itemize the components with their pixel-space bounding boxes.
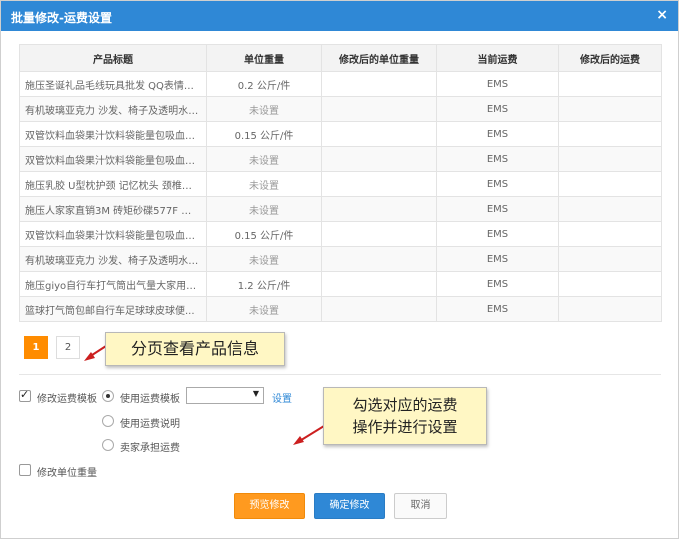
freight-callout-arrowhead [293, 436, 304, 445]
settings-link[interactable]: 设置 [272, 390, 292, 405]
table-row: 双管饮料血袋果汁饮料袋能量包吸血鬼... 0.15 公斤/件 EMS [19, 221, 662, 247]
new-freight-cell [558, 121, 662, 147]
radio-use-template-label: 使用运费模板 [120, 394, 180, 405]
current-freight-cell: EMS [436, 121, 559, 147]
dialog-title: 批量修改-运费设置 [11, 11, 112, 25]
current-freight-cell: EMS [436, 196, 559, 222]
modify-template-checkbox[interactable] [19, 388, 31, 402]
section-divider [19, 374, 661, 375]
radio-seller-pays-label: 卖家承担运费 [120, 443, 180, 454]
new-weight-cell [321, 221, 437, 247]
dropdown-arrow-icon: ▼ [252, 389, 259, 398]
table-row: 有机玻璃亚克力 沙发、椅子及透明水晶... 未设置 EMS [19, 246, 662, 272]
new-weight-cell [321, 271, 437, 297]
freight-callout-line2: 操作并进行设置 [352, 418, 458, 436]
close-icon[interactable]: × [656, 7, 668, 23]
radio-use-description[interactable] [102, 415, 114, 427]
column-header-title: 产品标题 [19, 44, 207, 72]
table-row: 施压人家家直销3M 砖矩砂碟577F 铯刚... 未设置 EMS [19, 196, 662, 222]
new-freight-cell [558, 271, 662, 297]
page-button-1[interactable]: 1 [24, 336, 48, 359]
freight-template-select[interactable]: ▼ [186, 387, 264, 404]
current-freight-cell: EMS [436, 296, 559, 322]
current-freight-cell: EMS [436, 146, 559, 172]
new-freight-cell [558, 246, 662, 272]
product-title-cell: 施压圣诞礼品毛线玩具批发 QQ表情抱... [19, 71, 207, 97]
dialog-title-bar: 批量修改-运费设置 × [1, 1, 678, 31]
new-weight-cell [321, 246, 437, 272]
unit-weight-cell: 0.15 公斤/件 [206, 121, 322, 147]
radio-use-template[interactable] [102, 390, 114, 402]
product-title-cell: 有机玻璃亚克力 沙发、椅子及透明水晶... [19, 246, 207, 272]
freight-callout-line1: 勾选对应的运费 [352, 396, 458, 414]
new-weight-cell [321, 296, 437, 322]
freight-callout: 勾选对应的运费 操作并进行设置 [323, 387, 487, 445]
product-title-cell: 双管饮料血袋果汁饮料袋能量包吸血鬼... [19, 146, 207, 172]
new-freight-cell [558, 146, 662, 172]
new-freight-cell [558, 71, 662, 97]
unit-weight-cell: 未设置 [206, 171, 322, 197]
page-button-2[interactable]: 2 [56, 336, 80, 359]
product-title-cell: 双管饮料血袋果汁饮料袋能量包吸血鬼... [19, 121, 207, 147]
product-title-cell: 施压乳胶 U型枕护颈 记忆枕头 颈椎治... [19, 171, 207, 197]
table-row: 施压圣诞礼品毛线玩具批发 QQ表情抱... 0.2 公斤/件 EMS [19, 71, 662, 97]
table-row: 有机玻璃亚克力 沙发、椅子及透明水晶... 未设置 EMS [19, 96, 662, 122]
table-row: 篮球打气筒包邮自行车足球球皮球便... 未设置 EMS [19, 296, 662, 322]
new-freight-cell [558, 196, 662, 222]
product-title-cell: 有机玻璃亚克力 沙发、椅子及透明水晶... [19, 96, 207, 122]
new-freight-cell [558, 221, 662, 247]
modify-weight-label: 修改单位重量 [37, 468, 97, 479]
table-header-row: 产品标题 单位重量 修改后的单位重量 当前运费 修改后的运费 [19, 44, 662, 72]
modify-template-label: 修改运费模板 [37, 394, 97, 405]
new-weight-cell [321, 171, 437, 197]
unit-weight-cell: 0.15 公斤/件 [206, 221, 322, 247]
pager-callout-arrow [88, 345, 107, 358]
table-row: 施压giyo自行车打气筒出气量大家用美... 1.2 公斤/件 EMS [19, 271, 662, 297]
modify-weight-checkbox[interactable] [19, 464, 31, 476]
unit-weight-cell: 1.2 公斤/件 [206, 271, 322, 297]
preview-button[interactable]: 预览修改 [234, 493, 305, 519]
table-row: 双管饮料血袋果汁饮料袋能量包吸血鬼... 0.15 公斤/件 EMS [19, 121, 662, 147]
freight-callout-arrow [297, 425, 325, 443]
new-freight-cell [558, 296, 662, 322]
unit-weight-cell: 未设置 [206, 96, 322, 122]
unit-weight-cell: 未设置 [206, 146, 322, 172]
radio-use-description-label: 使用运费说明 [120, 419, 180, 430]
current-freight-cell: EMS [436, 71, 559, 97]
pager-callout: 分页查看产品信息 [105, 332, 285, 366]
unit-weight-cell: 未设置 [206, 246, 322, 272]
new-freight-cell [558, 171, 662, 197]
new-weight-cell [321, 196, 437, 222]
product-title-cell: 双管饮料血袋果汁饮料袋能量包吸血鬼... [19, 221, 207, 247]
new-weight-cell [321, 146, 437, 172]
product-title-cell: 篮球打气筒包邮自行车足球球皮球便... [19, 296, 207, 322]
new-weight-cell [321, 71, 437, 97]
current-freight-cell: EMS [436, 271, 559, 297]
pager-callout-arrowhead [84, 352, 95, 361]
table-row: 双管饮料血袋果汁饮料袋能量包吸血鬼... 未设置 EMS [19, 146, 662, 172]
product-title-cell: 施压giyo自行车打气筒出气量大家用美... [19, 271, 207, 297]
unit-weight-cell: 未设置 [206, 296, 322, 322]
cancel-button[interactable]: 取消 [394, 493, 447, 519]
new-freight-cell [558, 96, 662, 122]
current-freight-cell: EMS [436, 96, 559, 122]
column-header-new-weight: 修改后的单位重量 [321, 44, 437, 72]
product-title-cell: 施压人家家直销3M 砖矩砂碟577F 铯刚... [19, 196, 207, 222]
current-freight-cell: EMS [436, 246, 559, 272]
column-header-weight: 单位重量 [206, 44, 322, 72]
new-weight-cell [321, 96, 437, 122]
new-weight-cell [321, 121, 437, 147]
current-freight-cell: EMS [436, 171, 559, 197]
unit-weight-cell: 未设置 [206, 196, 322, 222]
unit-weight-cell: 0.2 公斤/件 [206, 71, 322, 97]
confirm-button[interactable]: 确定修改 [314, 493, 385, 519]
table-row: 施压乳胶 U型枕护颈 记忆枕头 颈椎治... 未设置 EMS [19, 171, 662, 197]
column-header-freight: 当前运费 [436, 44, 559, 72]
current-freight-cell: EMS [436, 221, 559, 247]
column-header-new-freight: 修改后的运费 [558, 44, 662, 72]
product-table: 产品标题 单位重量 修改后的单位重量 当前运费 修改后的运费 施压圣诞礼品毛线玩… [19, 44, 662, 322]
radio-seller-pays[interactable] [102, 439, 114, 451]
freight-settings-dialog: 批量修改-运费设置 × 产品标题 单位重量 修改后的单位重量 当前运费 修改后的… [0, 0, 679, 539]
